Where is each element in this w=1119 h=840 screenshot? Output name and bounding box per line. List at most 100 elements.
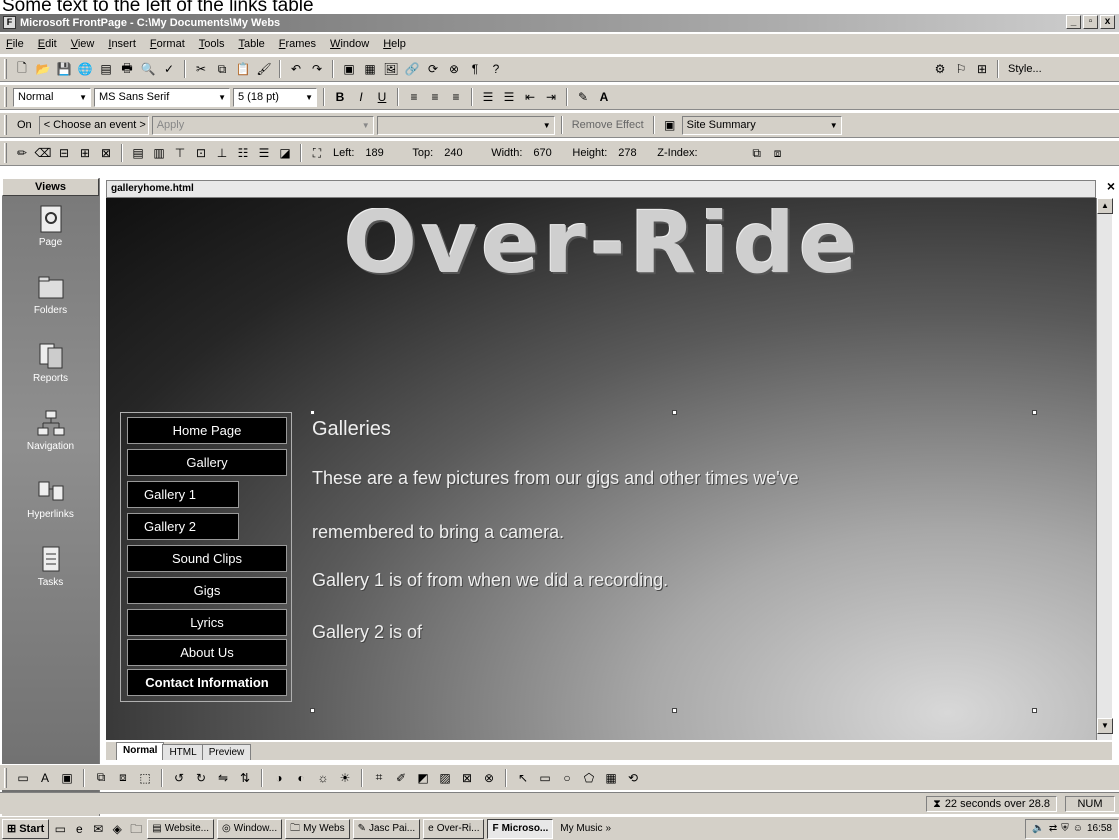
nav-lyrics[interactable]: Lyrics <box>127 609 287 636</box>
nav-gallery-2[interactable]: Gallery 2 <box>127 513 239 540</box>
close-document-icon[interactable]: × <box>1107 178 1115 194</box>
menu-tools[interactable]: Tools <box>199 38 225 50</box>
minimize-button[interactable]: _ <box>1066 15 1081 29</box>
show-desktop-icon[interactable]: ▭ <box>52 821 68 837</box>
outlook-icon[interactable]: ✉ <box>90 821 106 837</box>
select-icon[interactable]: ↖ <box>514 768 532 788</box>
toolbar-grip[interactable] <box>4 115 7 135</box>
distribute-columns-icon[interactable]: ☰ <box>255 143 273 163</box>
views-item-hyperlinks[interactable]: Hyperlinks <box>2 476 99 544</box>
bullets-icon[interactable]: ☰ <box>500 87 518 107</box>
vertical-scrollbar[interactable]: ▲ ▼ <box>1096 198 1113 740</box>
selection-handle[interactable] <box>672 410 677 415</box>
channels-icon[interactable]: ◈ <box>109 821 125 837</box>
body-line-2[interactable]: remembered to bring a camera. <box>312 522 564 543</box>
align-top-icon[interactable]: ⊤ <box>171 143 189 163</box>
taskbar-button-window[interactable]: ◎ Window... <box>217 818 283 839</box>
views-item-page[interactable]: Page <box>2 204 99 272</box>
draw-table-icon[interactable]: ✏ <box>13 143 31 163</box>
clock[interactable]: 16:58 <box>1087 823 1112 834</box>
refresh-icon[interactable]: ⟳ <box>424 59 442 79</box>
views-item-reports[interactable]: Reports <box>2 340 99 408</box>
save-icon[interactable]: 💾 <box>55 59 73 79</box>
absolute-position-icon[interactable]: ⛶ <box>308 143 326 163</box>
show-all-icon[interactable]: ¶ <box>466 59 484 79</box>
rotate-right-icon[interactable]: ↻ <box>192 768 210 788</box>
document-tab[interactable]: galleryhome.html <box>106 180 1096 198</box>
left-value[interactable]: 189 <box>361 147 405 159</box>
folder-icon[interactable]: 🗀 <box>128 821 144 837</box>
toolbar-grip[interactable] <box>4 87 7 107</box>
publish-icon[interactable]: 🌐 <box>76 59 94 79</box>
remove-effect-button[interactable]: Remove Effect <box>569 119 647 131</box>
decrease-indent-icon[interactable]: ⇤ <box>521 87 539 107</box>
increase-indent-icon[interactable]: ⇥ <box>542 87 560 107</box>
toolbar-grip[interactable] <box>4 59 7 79</box>
less-brightness-icon[interactable]: ☀ <box>336 768 354 788</box>
scroll-up-icon[interactable]: ▲ <box>1097 198 1113 214</box>
copy-icon[interactable]: ⧉ <box>213 59 231 79</box>
component-icon[interactable]: ▣ <box>340 59 358 79</box>
internet-explorer-icon[interactable]: e <box>71 821 87 837</box>
bold-button[interactable]: B <box>331 87 349 107</box>
scroll-track[interactable] <box>1097 214 1112 718</box>
taskbar-button-my-webs[interactable]: 🗀 My Webs <box>285 818 350 839</box>
font-color-icon[interactable]: A <box>595 87 613 107</box>
align-bottom-icon[interactable]: ⊥ <box>213 143 231 163</box>
format-painter-icon[interactable]: 🖌 <box>255 59 273 79</box>
structure-icon[interactable]: ⊞ <box>973 59 991 79</box>
send-backward-icon[interactable]: ⧈ <box>769 143 787 163</box>
report-select[interactable]: Site Summary ▼ <box>681 115 842 135</box>
selection-handle[interactable] <box>310 410 315 415</box>
scroll-down-icon[interactable]: ▼ <box>1097 718 1113 734</box>
nav-sound-clips[interactable]: Sound Clips <box>127 545 287 572</box>
font-size-select[interactable]: 5 (18 pt) ▼ <box>233 87 317 107</box>
align-right-icon[interactable]: ≡ <box>447 87 465 107</box>
crop-icon[interactable]: ⌗ <box>370 768 388 788</box>
polygon-hotspot-icon[interactable]: ⬠ <box>580 768 598 788</box>
restore-button[interactable]: ▫ <box>1083 15 1098 29</box>
spelling-icon[interactable]: ✓ <box>160 59 178 79</box>
width-value[interactable]: 670 <box>529 147 565 159</box>
nav-contact-information[interactable]: Contact Information <box>127 669 287 696</box>
bevel-icon[interactable]: ⊠ <box>458 768 476 788</box>
rectangle-hotspot-icon[interactable]: ▭ <box>536 768 554 788</box>
menu-edit[interactable]: Edit <box>38 38 57 50</box>
dhtml-icon[interactable]: ⚙ <box>931 59 949 79</box>
delete-cells-icon[interactable]: ⊠ <box>97 143 115 163</box>
open-icon[interactable]: 📂 <box>34 59 52 79</box>
undo-icon[interactable]: ↶ <box>287 59 305 79</box>
body-line-1[interactable]: These are a few pictures from our gigs a… <box>312 468 799 489</box>
less-contrast-icon[interactable]: ◐ <box>292 768 310 788</box>
tab-preview[interactable]: Preview <box>201 744 252 760</box>
rotate-left-icon[interactable]: ↺ <box>170 768 188 788</box>
eraser-icon[interactable]: ⌫ <box>34 143 52 163</box>
views-item-navigation[interactable]: Navigation <box>2 408 99 476</box>
restore-icon[interactable]: ⟲ <box>624 768 642 788</box>
fill-color-icon[interactable]: ◪ <box>276 143 294 163</box>
menu-frames[interactable]: Frames <box>279 38 316 50</box>
help-icon[interactable]: ? <box>487 59 505 79</box>
top-value[interactable]: 240 <box>440 147 484 159</box>
flip-horizontal-icon[interactable]: ⇋ <box>214 768 232 788</box>
flip-vertical-icon[interactable]: ⇅ <box>236 768 254 788</box>
preview-icon[interactable]: 🔍 <box>139 59 157 79</box>
italic-button[interactable]: I <box>352 87 370 107</box>
taskbar-button-jasc[interactable]: ✎ Jasc Pai... <box>352 818 421 839</box>
menu-insert[interactable]: Insert <box>108 38 136 50</box>
font-icon[interactable]: A <box>36 768 54 788</box>
redo-icon[interactable]: ↷ <box>308 59 326 79</box>
transparent-icon[interactable]: ✐ <box>392 768 410 788</box>
taskbar-button-website[interactable]: ▤ Website... <box>147 818 215 839</box>
selection-handle[interactable] <box>672 708 677 713</box>
underline-button[interactable]: U <box>373 87 391 107</box>
stop-icon[interactable]: ⊗ <box>445 59 463 79</box>
nav-about-us[interactable]: About Us <box>127 639 287 666</box>
bring-forward-icon[interactable]: ⧉ <box>748 143 766 163</box>
taskbar-button-microsoft[interactable]: F Microso... <box>487 818 554 839</box>
page-canvas[interactable]: Over-Ride Home Page Gallery Gallery 1 Ga… <box>106 198 1096 740</box>
navigation-icon[interactable]: ⚐ <box>952 59 970 79</box>
volume-icon[interactable]: 🔈 <box>1032 823 1044 834</box>
nav-gigs[interactable]: Gigs <box>127 577 287 604</box>
bring-front-icon[interactable]: ⧈ <box>114 768 132 788</box>
